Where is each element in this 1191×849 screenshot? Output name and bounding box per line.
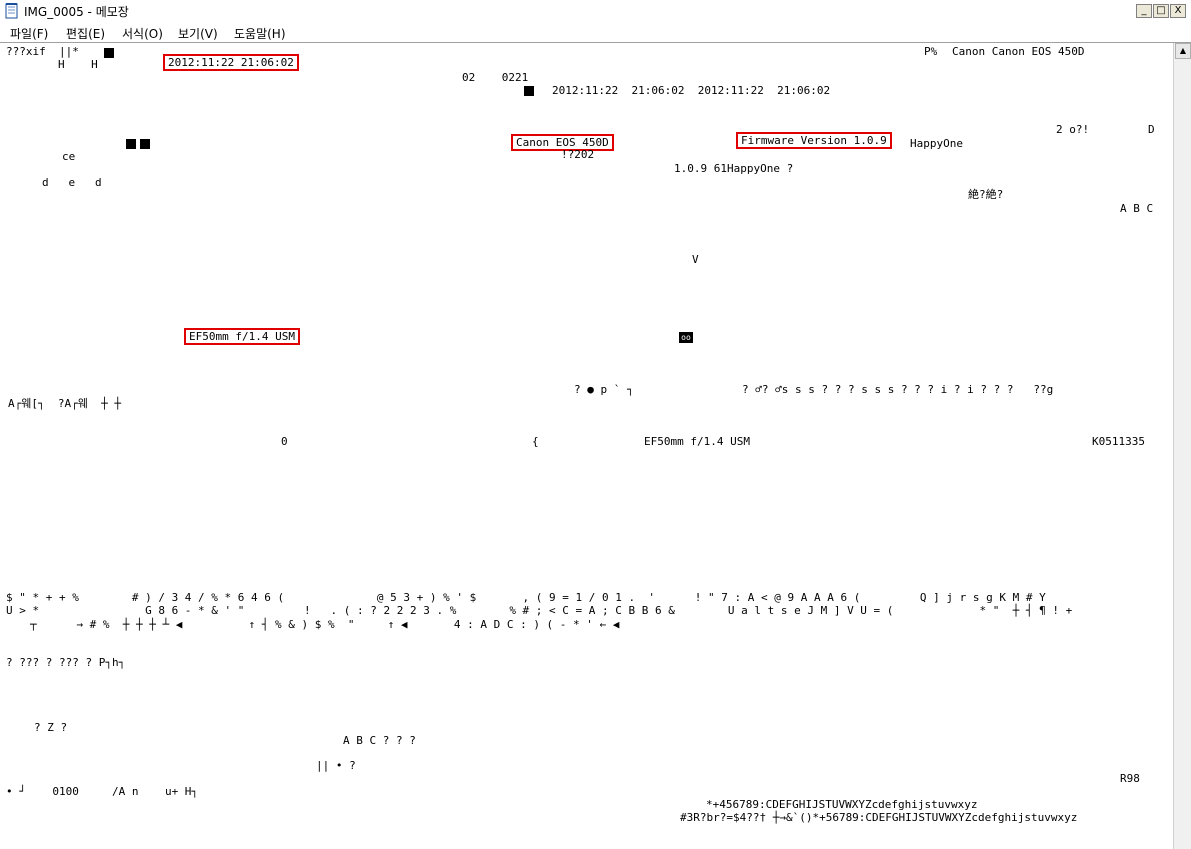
text-line: EF50mm f/1.4 USM <box>644 435 750 448</box>
highlight-datetime: 2012:11:22 21:06:02 <box>163 54 299 71</box>
text-line: Canon Canon EOS 450D <box>952 45 1085 58</box>
menu-format[interactable]: 서식(O) <box>122 25 163 42</box>
text-line: 0 <box>281 435 288 448</box>
text-line: !?202 <box>561 148 595 161</box>
highlight-firmware: Firmware Version 1.0.9 <box>736 132 892 149</box>
text-line: 02 0221 <box>462 71 529 84</box>
text-line: V <box>692 253 699 266</box>
vertical-scrollbar[interactable]: ▲ <box>1173 43 1191 849</box>
menu-bar: 파일(F) 편집(E) 서식(O) 보기(V) 도움말(H) <box>0 22 1191 42</box>
notepad-window: IMG_0005 - 메모장 _ □ X 파일(F) 편집(E) 서식(O) 보… <box>0 0 1191 849</box>
text-line: *+456789:CDEFGHIJSTUVWXYZcdefghijstuvwxy… <box>706 798 978 811</box>
text-line: d e d <box>42 176 102 189</box>
highlight-lens: EF50mm f/1.4 USM <box>184 328 300 345</box>
binary-block-icon: oo <box>679 332 693 343</box>
text-line: D <box>1148 123 1155 136</box>
text-line: P% <box>924 45 938 58</box>
maximize-button[interactable]: □ <box>1153 4 1169 18</box>
text-line: ? Z ? <box>34 721 68 734</box>
text-editor-area[interactable]: ▲ ???xif ||* P% Canon Canon EOS 450D 201… <box>0 42 1191 849</box>
text-line: A B C <box>1120 202 1154 215</box>
menu-edit[interactable]: 편집(E) <box>66 25 105 42</box>
text-line: 2012:11:22 21:06:02 2012:11:22 21:06:02 <box>552 84 831 97</box>
text-line: || • ? <box>316 759 356 772</box>
text-line: A┌웨[┐ ?A┌웨 ┼ ┼ <box>8 397 121 410</box>
text-line: HappyOne <box>910 137 963 150</box>
text-line: 絶?絶? <box>968 188 1004 201</box>
text-line: ? ??? ? ??? ? P┐h┐ <box>6 656 126 669</box>
text-line: 2 o?! <box>1056 123 1090 136</box>
text-line: #3R?br?=$4??† ┼→&`()*+56789:CDEFGHIJSTUV… <box>680 811 1078 824</box>
title-bar: IMG_0005 - 메모장 _ □ X <box>0 0 1191 23</box>
text-line: ┬ → # % ┼ ┼ ┼ ┴ ◀ ↑ ┤ % & ) $ % " ↑ ◀ 4 … <box>30 618 620 631</box>
binary-block-icon <box>104 48 114 58</box>
text-line: ???xif ||* <box>6 45 79 58</box>
scroll-up-arrow-icon[interactable]: ▲ <box>1175 43 1191 59</box>
text-line: R98 <box>1120 772 1140 785</box>
menu-view[interactable]: 보기(V) <box>178 25 218 42</box>
notepad-icon <box>5 3 18 19</box>
text-line: $ " * + + % # ) / 3 4 / % * 6 4 6 ( @ 5 … <box>6 591 1046 604</box>
text-line: 1.0.9 61HappyOne ? <box>674 162 794 175</box>
menu-file[interactable]: 파일(F) <box>10 25 48 42</box>
minimize-button[interactable]: _ <box>1136 4 1152 18</box>
text-line: U > * G 8 6 - * & ' " ! . ( : ? 2 2 2 3 … <box>6 604 1073 617</box>
menu-help[interactable]: 도움말(H) <box>234 25 286 42</box>
text-line: • ┘ 0100 /A n u+ H┐ <box>6 785 199 798</box>
text-line: ? ● p ` ┐ <box>574 383 634 396</box>
text-line: A B C ? ? ? <box>343 734 416 747</box>
text-line: { <box>532 435 539 448</box>
binary-block-icon <box>524 86 534 96</box>
text-line: ? ♂? ♂s s s ? ? ? s s s ? ? ? i ? i ? ? … <box>742 383 1054 396</box>
text-line: K0511335 <box>1092 435 1145 448</box>
window-title: IMG_0005 - 메모장 <box>24 5 129 19</box>
text-line: H H <box>58 58 98 71</box>
binary-block-icon <box>140 139 150 149</box>
binary-block-icon <box>126 139 136 149</box>
close-button[interactable]: X <box>1170 4 1186 18</box>
text-line: ce <box>62 150 76 163</box>
